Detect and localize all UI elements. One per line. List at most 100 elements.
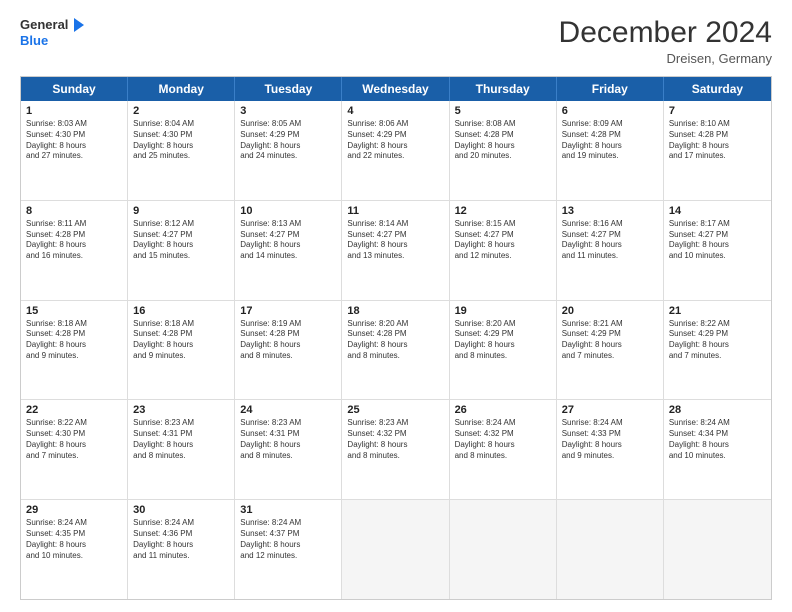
day-number: 1 <box>26 105 122 117</box>
table-row: 9 Sunrise: 8:12 AMSunset: 4:27 PMDaylight… <box>128 201 235 300</box>
day-info: Sunrise: 8:21 AMSunset: 4:29 PMDaylight:… <box>562 319 658 362</box>
week-2: 8 Sunrise: 8:11 AMSunset: 4:28 PMDaylight… <box>21 200 771 300</box>
table-row: 18 Sunrise: 8:20 AMSunset: 4:28 PMDayligh… <box>342 301 449 400</box>
day-info: Sunrise: 8:17 AMSunset: 4:27 PMDaylight:… <box>669 219 766 262</box>
table-row: 20 Sunrise: 8:21 AMSunset: 4:29 PMDayligh… <box>557 301 664 400</box>
header-sunday: Sunday <box>21 77 128 101</box>
day-number: 24 <box>240 404 336 416</box>
table-row: 29 Sunrise: 8:24 AMSunset: 4:35 PMDayligh… <box>21 500 128 599</box>
day-info: Sunrise: 8:13 AMSunset: 4:27 PMDaylight:… <box>240 219 336 262</box>
week-1: 1 Sunrise: 8:03 AMSunset: 4:30 PMDaylight… <box>21 101 771 200</box>
day-number: 18 <box>347 305 443 317</box>
day-info: Sunrise: 8:24 AMSunset: 4:35 PMDaylight:… <box>26 518 122 561</box>
table-row: 13 Sunrise: 8:16 AMSunset: 4:27 PMDayligh… <box>557 201 664 300</box>
day-number: 14 <box>669 205 766 217</box>
day-info: Sunrise: 8:09 AMSunset: 4:28 PMDaylight:… <box>562 119 658 162</box>
calendar-header: Sunday Monday Tuesday Wednesday Thursday… <box>21 77 771 101</box>
day-info: Sunrise: 8:12 AMSunset: 4:27 PMDaylight:… <box>133 219 229 262</box>
table-row: 7 Sunrise: 8:10 AMSunset: 4:28 PMDaylight… <box>664 101 771 200</box>
day-info: Sunrise: 8:14 AMSunset: 4:27 PMDaylight:… <box>347 219 443 262</box>
day-number: 29 <box>26 504 122 516</box>
day-info: Sunrise: 8:22 AMSunset: 4:30 PMDaylight:… <box>26 418 122 461</box>
day-number: 5 <box>455 105 551 117</box>
table-row: 21Sunrise: 8:22 AMSunset: 4:29 PMDayligh… <box>664 301 771 400</box>
day-number: 7 <box>669 105 766 117</box>
day-number: 6 <box>562 105 658 117</box>
week-4: 22 Sunrise: 8:22 AMSunset: 4:30 PMDayligh… <box>21 399 771 499</box>
table-row: 31Sunrise: 8:24 AMSunset: 4:37 PMDayligh… <box>235 500 342 599</box>
logo-general: General <box>20 18 68 32</box>
day-info: Sunrise: 8:19 AMSunset: 4:28 PMDaylight:… <box>240 319 336 362</box>
table-row <box>342 500 449 599</box>
day-number: 23 <box>133 404 229 416</box>
day-number: 17 <box>240 305 336 317</box>
location: Dreisen, Germany <box>559 51 772 66</box>
table-row: 12Sunrise: 8:15 AMSunset: 4:27 PMDayligh… <box>450 201 557 300</box>
header-thursday: Thursday <box>450 77 557 101</box>
day-info: Sunrise: 8:10 AMSunset: 4:28 PMDaylight:… <box>669 119 766 162</box>
header-friday: Friday <box>557 77 664 101</box>
logo-arrow-icon <box>70 16 88 34</box>
table-row: 25 Sunrise: 8:23 AMSunset: 4:32 PMDayligh… <box>342 400 449 499</box>
day-number: 10 <box>240 205 336 217</box>
day-number: 11 <box>347 205 443 217</box>
day-number: 12 <box>455 205 551 217</box>
table-row: 4Sunrise: 8:06 AMSunset: 4:29 PMDaylight… <box>342 101 449 200</box>
table-row: 26 Sunrise: 8:24 AMSunset: 4:32 PMDayligh… <box>450 400 557 499</box>
table-row: 6 Sunrise: 8:09 AMSunset: 4:28 PMDaylight… <box>557 101 664 200</box>
table-row: 10 Sunrise: 8:13 AMSunset: 4:27 PMDayligh… <box>235 201 342 300</box>
table-row: 11 Sunrise: 8:14 AMSunset: 4:27 PMDayligh… <box>342 201 449 300</box>
day-number: 30 <box>133 504 229 516</box>
day-info: Sunrise: 8:22 AMSunset: 4:29 PMDaylight:… <box>669 319 766 362</box>
day-info: Sunrise: 8:23 AMSunset: 4:31 PMDaylight:… <box>133 418 229 461</box>
week-3: 15 Sunrise: 8:18 AMSunset: 4:28 PMDayligh… <box>21 300 771 400</box>
day-info: Sunrise: 8:03 AMSunset: 4:30 PMDaylight:… <box>26 119 122 162</box>
page: General Blue December 2024 Dreisen, Germ… <box>0 0 792 612</box>
day-number: 8 <box>26 205 122 217</box>
day-info: Sunrise: 8:20 AMSunset: 4:29 PMDaylight:… <box>455 319 551 362</box>
calendar-body: 1 Sunrise: 8:03 AMSunset: 4:30 PMDaylight… <box>21 101 771 599</box>
day-info: Sunrise: 8:11 AMSunset: 4:28 PMDaylight:… <box>26 219 122 262</box>
table-row: 22 Sunrise: 8:22 AMSunset: 4:30 PMDayligh… <box>21 400 128 499</box>
day-info: Sunrise: 8:08 AMSunset: 4:28 PMDaylight:… <box>455 119 551 162</box>
table-row <box>664 500 771 599</box>
table-row: 8 Sunrise: 8:11 AMSunset: 4:28 PMDaylight… <box>21 201 128 300</box>
calendar: Sunday Monday Tuesday Wednesday Thursday… <box>20 76 772 600</box>
day-number: 13 <box>562 205 658 217</box>
day-number: 9 <box>133 205 229 217</box>
day-info: Sunrise: 8:23 AMSunset: 4:31 PMDaylight:… <box>240 418 336 461</box>
day-info: Sunrise: 8:24 AMSunset: 4:32 PMDaylight:… <box>455 418 551 461</box>
table-row <box>557 500 664 599</box>
day-info: Sunrise: 8:18 AMSunset: 4:28 PMDaylight:… <box>133 319 229 362</box>
month-title: December 2024 <box>559 16 772 49</box>
header-tuesday: Tuesday <box>235 77 342 101</box>
table-row: 2Sunrise: 8:04 AMSunset: 4:30 PMDaylight… <box>128 101 235 200</box>
day-info: Sunrise: 8:16 AMSunset: 4:27 PMDaylight:… <box>562 219 658 262</box>
header-saturday: Saturday <box>664 77 771 101</box>
day-number: 20 <box>562 305 658 317</box>
table-row: 27 Sunrise: 8:24 AMSunset: 4:33 PMDayligh… <box>557 400 664 499</box>
day-info: Sunrise: 8:20 AMSunset: 4:28 PMDaylight:… <box>347 319 443 362</box>
day-number: 3 <box>240 105 336 117</box>
day-number: 4 <box>347 105 443 117</box>
table-row: 3 Sunrise: 8:05 AMSunset: 4:29 PMDaylight… <box>235 101 342 200</box>
table-row: 15Sunrise: 8:18 AMSunset: 4:28 PMDayligh… <box>21 301 128 400</box>
header-monday: Monday <box>128 77 235 101</box>
title-block: December 2024 Dreisen, Germany <box>559 16 772 66</box>
table-row: 1 Sunrise: 8:03 AMSunset: 4:30 PMDaylight… <box>21 101 128 200</box>
table-row: 23 Sunrise: 8:23 AMSunset: 4:31 PMDayligh… <box>128 400 235 499</box>
day-number: 19 <box>455 305 551 317</box>
table-row: 16Sunrise: 8:18 AMSunset: 4:28 PMDayligh… <box>128 301 235 400</box>
day-number: 15 <box>26 305 122 317</box>
day-number: 2 <box>133 105 229 117</box>
day-number: 26 <box>455 404 551 416</box>
day-number: 27 <box>562 404 658 416</box>
day-info: Sunrise: 8:23 AMSunset: 4:32 PMDaylight:… <box>347 418 443 461</box>
table-row: 28Sunrise: 8:24 AMSunset: 4:34 PMDayligh… <box>664 400 771 499</box>
day-number: 25 <box>347 404 443 416</box>
day-info: Sunrise: 8:24 AMSunset: 4:33 PMDaylight:… <box>562 418 658 461</box>
week-5: 29 Sunrise: 8:24 AMSunset: 4:35 PMDayligh… <box>21 499 771 599</box>
day-info: Sunrise: 8:05 AMSunset: 4:29 PMDaylight:… <box>240 119 336 162</box>
day-number: 22 <box>26 404 122 416</box>
table-row: 5 Sunrise: 8:08 AMSunset: 4:28 PMDaylight… <box>450 101 557 200</box>
